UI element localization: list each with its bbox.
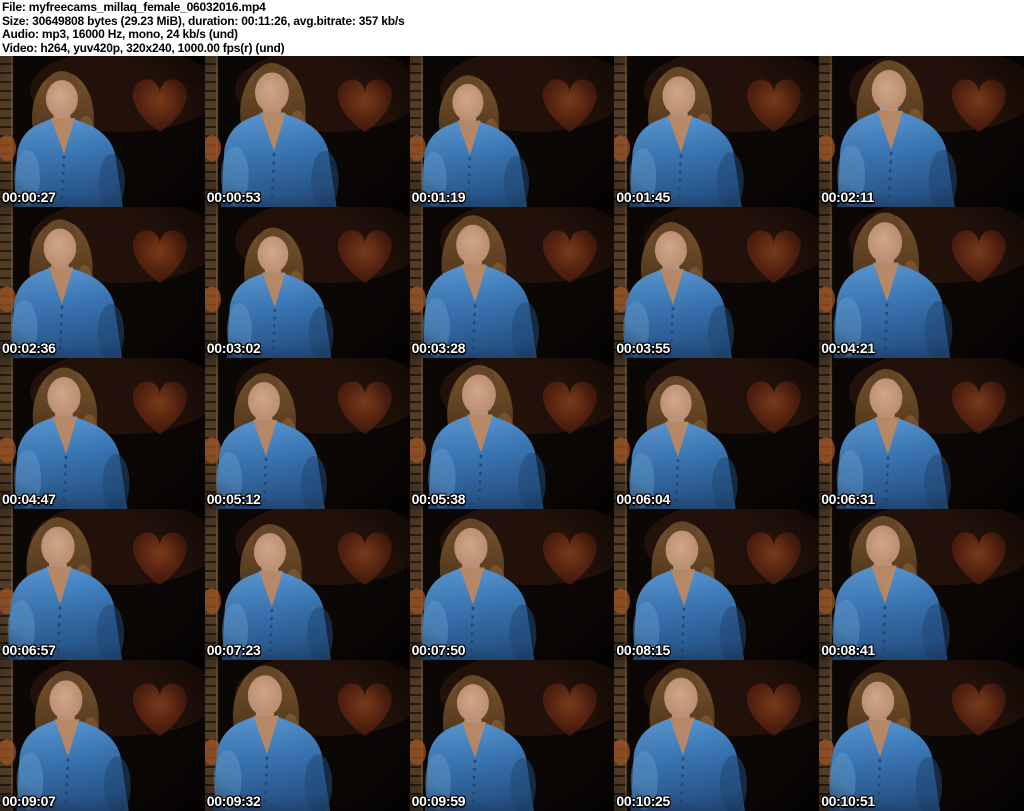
video-thumbnail: 00:09:59 [409,660,615,811]
video-thumbnail: 00:08:41 [819,509,1024,660]
video-thumbnail: 00:04:47 [0,358,205,509]
thumbnail-scene [0,660,205,811]
thumbnail-timestamp: 00:09:59 [411,793,466,809]
video-thumbnail: 00:05:38 [409,358,615,509]
thumbnail-scene [819,660,1024,811]
thumbnail-timestamp: 00:07:50 [411,642,466,658]
video-thumbnail: 00:03:55 [614,207,820,358]
thumbnail-scene [204,207,410,358]
thumbnail-scene [204,509,410,660]
video-thumbnail: 00:06:31 [819,358,1024,509]
thumbnail-grid: 00:00:27 00:00:53 00:01:19 00:01:45 00:02:11… [0,56,1024,811]
video-thumbnail: 00:09:07 [0,660,205,811]
thumbnail-timestamp: 00:01:45 [616,189,671,205]
thumbnail-scene [204,56,410,207]
size-info-line: Size: 30649808 bytes (29.23 MiB), durati… [2,13,405,28]
video-thumbnail: 00:10:51 [819,660,1024,811]
thumbnail-scene [409,56,615,207]
thumbnail-timestamp: 00:06:04 [616,491,671,507]
video-thumbnail: 00:05:12 [204,358,410,509]
thumbnail-timestamp: 00:10:25 [616,793,671,809]
thumbnail-scene [0,358,205,509]
video-thumbnail: 00:06:57 [0,509,205,660]
video-thumbnail: 00:00:53 [204,56,410,207]
thumbnail-timestamp: 00:01:19 [411,189,466,205]
thumbnail-timestamp: 00:00:27 [2,189,56,205]
video-thumbnail: 00:06:04 [614,358,820,509]
thumbnail-timestamp: 00:04:47 [2,491,56,507]
thumbnail-timestamp: 00:03:02 [206,340,261,356]
video-thumbnail: 00:02:36 [0,207,205,358]
thumbnail-timestamp: 00:09:07 [2,793,56,809]
video-thumbnail: 00:00:27 [0,56,205,207]
thumbnail-scene [819,358,1024,509]
video-thumbnail: 00:04:21 [819,207,1024,358]
thumbnail-timestamp: 00:05:12 [206,491,261,507]
thumbnail-timestamp: 00:03:28 [411,340,466,356]
thumbnail-timestamp: 00:03:55 [616,340,671,356]
audio-info-line: Audio: mp3, 16000 Hz, mono, 24 kb/s (und… [2,27,238,41]
video-thumbnail: 00:07:23 [204,509,410,660]
thumbnail-timestamp: 00:09:32 [206,793,261,809]
thumbnail-timestamp: 00:02:11 [821,189,875,205]
thumbnail-timestamp: 00:07:23 [206,642,261,658]
thumbnail-timestamp: 00:00:53 [206,189,261,205]
thumbnail-timestamp: 00:06:57 [2,642,56,658]
thumbnail-scene [614,207,820,358]
thumbnail-scene [819,207,1024,358]
video-thumbnail: 00:03:02 [204,207,410,358]
thumbnail-timestamp: 00:04:21 [821,340,875,356]
thumbnail-scene [409,358,615,509]
thumbnail-scene [204,358,410,509]
thumbnail-scene [409,660,615,811]
thumbnail-scene [614,509,820,660]
thumbnail-timestamp: 00:02:36 [2,340,56,356]
thumbnail-scene [409,207,615,358]
video-thumbnail: 00:08:15 [614,509,820,660]
thumbnail-scene [0,207,205,358]
thumbnail-scene [614,56,820,207]
thumbnail-scene [819,56,1024,207]
thumbnail-scene [409,509,615,660]
thumbnail-timestamp: 00:08:15 [616,642,671,658]
file-info-line: File: myfreecams_millaq_female_06032016.… [2,0,266,14]
thumbnail-scene [614,660,820,811]
thumbnail-timestamp: 00:10:51 [821,793,875,809]
video-contact-sheet: File: myfreecams_millaq_female_06032016.… [0,0,1024,811]
thumbnail-scene [819,509,1024,660]
video-thumbnail: 00:02:11 [819,56,1024,207]
thumbnail-scene [614,358,820,509]
video-thumbnail: 00:01:45 [614,56,820,207]
thumbnail-timestamp: 00:08:41 [821,642,875,658]
video-info-line: Video: h264, yuv420p, 320x240, 1000.00 f… [2,40,285,55]
thumbnail-timestamp: 00:05:38 [411,491,466,507]
thumbnail-scene [0,509,205,660]
thumbnail-scene [204,660,410,811]
thumbnail-timestamp: 00:06:31 [821,491,875,507]
video-thumbnail: 00:07:50 [409,509,615,660]
video-thumbnail: 00:09:32 [204,660,410,811]
thumbnail-scene [0,56,205,207]
media-info-header: File: myfreecams_millaq_female_06032016.… [0,0,1024,56]
video-thumbnail: 00:03:28 [409,207,615,358]
video-thumbnail: 00:10:25 [614,660,820,811]
video-thumbnail: 00:01:19 [409,56,615,207]
